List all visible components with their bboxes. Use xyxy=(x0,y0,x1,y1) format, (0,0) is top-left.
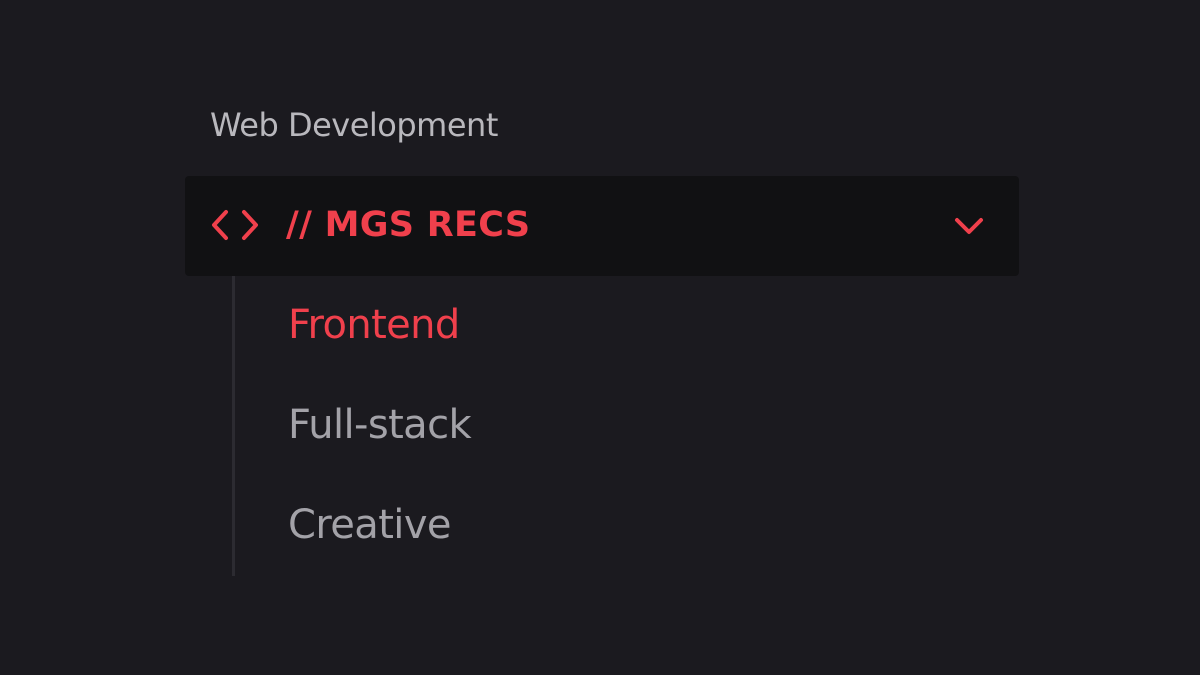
tree-line xyxy=(232,276,235,576)
nav-group-title[interactable]: // MGS RECS xyxy=(286,202,530,248)
nav-item-creative[interactable]: Creative xyxy=(288,499,452,551)
code-icon xyxy=(212,210,258,240)
section-title: Web Development xyxy=(210,106,498,144)
nav-item-full-stack[interactable]: Full-stack xyxy=(288,399,472,451)
nav-item-frontend[interactable]: Frontend xyxy=(288,299,460,351)
chevron-down-icon[interactable] xyxy=(953,215,985,237)
